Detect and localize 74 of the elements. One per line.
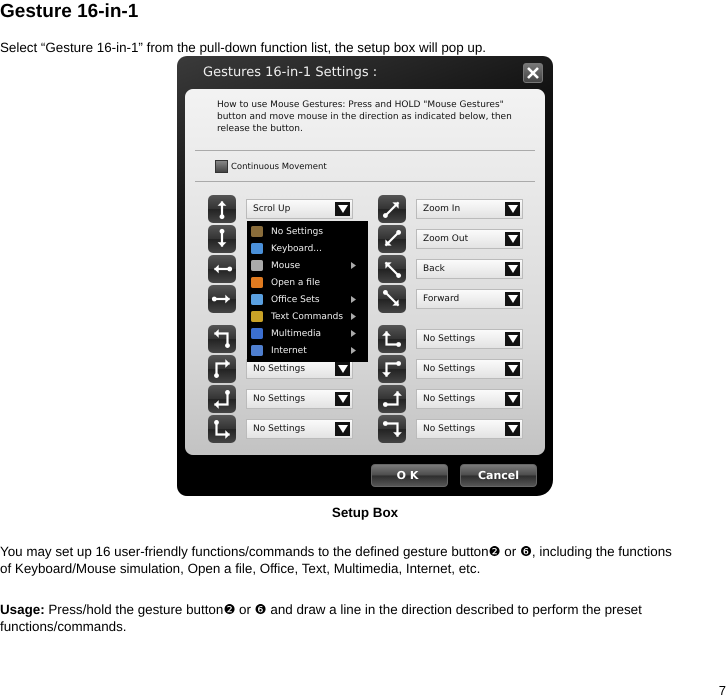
dropdown-arrow-icon	[505, 362, 520, 376]
gesture-button[interactable]	[378, 255, 406, 283]
action-dropdown[interactable]: Scrol Up	[246, 199, 353, 219]
submenu-arrow-icon	[351, 347, 356, 354]
app-icon	[251, 277, 263, 288]
action-dropdown[interactable]: Forward	[416, 289, 523, 309]
app-icon	[251, 243, 263, 254]
app-icon	[251, 294, 263, 305]
gesture-button[interactable]	[208, 355, 236, 383]
dialog-button[interactable]: Cancel	[460, 464, 537, 487]
app-icon	[251, 345, 263, 356]
close-button[interactable]	[523, 62, 543, 82]
gesture-button[interactable]	[208, 195, 236, 223]
dropdown-arrow-icon	[505, 422, 520, 436]
submenu-arrow-icon	[351, 330, 356, 337]
dropdown-arrow-icon	[505, 202, 520, 216]
dropdown-arrow-icon	[505, 262, 520, 276]
menu-item[interactable]: Multimedia	[247, 325, 368, 342]
dropdown-arrow-icon	[335, 362, 350, 376]
checkbox-label: Continuous Movement	[231, 162, 327, 172]
dialog-button[interactable]: OK	[371, 464, 448, 487]
action-dropdown[interactable]: No Settings	[416, 359, 523, 379]
menu-item[interactable]: Internet	[247, 342, 368, 359]
submenu-arrow-icon	[351, 313, 356, 320]
app-icon	[251, 328, 263, 339]
menu-item[interactable]: Office Sets	[247, 291, 368, 308]
gesture-button[interactable]	[208, 225, 236, 253]
gesture-button[interactable]	[208, 285, 236, 313]
body-paragraph: You may set up 16 user-friendly functions/commands to the defined gesture button❷ or ❻, including the functions of Keyboard/Mouse simulation, Open a file, Office, Text, Multimedia, Internet, etc.	[0, 543, 673, 577]
menu-item[interactable]: No Settings	[247, 223, 368, 240]
action-dropdown[interactable]: No Settings	[246, 389, 353, 409]
submenu-arrow-icon	[351, 296, 356, 303]
gesture-button[interactable]	[378, 385, 406, 413]
dropdown-arrow-icon	[505, 392, 520, 406]
submenu-arrow-icon	[351, 262, 356, 269]
gesture-button[interactable]	[208, 255, 236, 283]
action-dropdown[interactable]: Zoom Out	[416, 229, 523, 249]
close-icon	[527, 66, 539, 78]
menu-item[interactable]: Open a file	[247, 274, 368, 291]
dropdown-arrow-icon	[505, 332, 520, 346]
dropdown-arrow-icon	[335, 202, 350, 216]
dropdown-arrow-icon	[335, 422, 350, 436]
gesture-button[interactable]	[378, 225, 406, 253]
gesture-button[interactable]	[208, 385, 236, 413]
checkbox[interactable]	[215, 160, 228, 173]
app-icon	[251, 311, 263, 322]
gesture-button[interactable]	[378, 415, 406, 443]
dropdown-arrow-icon	[505, 232, 520, 246]
action-dropdown[interactable]: No Settings	[416, 329, 523, 349]
gesture-button[interactable]	[378, 285, 406, 313]
action-dropdown[interactable]: No Settings	[246, 419, 353, 439]
figure-caption: Setup Box	[330, 505, 400, 520]
menu-item[interactable]: Keyboard...	[247, 240, 368, 257]
menu-item[interactable]: Text Commands	[247, 308, 368, 325]
body-paragraph: Usage: Press/hold the gesture button❷ or ❻ and draw a line in the direction described to perform the preset functions/commands.	[0, 601, 643, 635]
gesture-button[interactable]	[378, 195, 406, 223]
dropdown-arrow-icon	[335, 392, 350, 406]
intro-text: Select “Gesture 16-in-1” from the pull-down function list, the setup box will pop up.	[0, 40, 486, 56]
app-icon	[251, 260, 263, 271]
action-dropdown[interactable]: No Settings	[416, 389, 523, 409]
dialog-title: Gestures 16-in-1 Settings :	[203, 65, 378, 80]
page-number: 7	[718, 683, 726, 698]
instructions-text: How to use Mouse Gestures: Press and HOLD "Mouse Gestures" button and move mouse in the direction as indicated below, then release the button.	[216, 99, 513, 135]
action-dropdown[interactable]: Back	[416, 259, 523, 279]
dropdown-arrow-icon	[505, 292, 520, 306]
app-icon	[251, 226, 263, 237]
action-dropdown[interactable]: No Settings	[416, 419, 523, 439]
gesture-button[interactable]	[208, 325, 236, 353]
action-dropdown[interactable]: Zoom In	[416, 199, 523, 219]
gesture-button[interactable]	[378, 325, 406, 353]
page-heading: Gesture 16-in-1	[0, 0, 138, 23]
gesture-button[interactable]	[208, 415, 236, 443]
gesture-button[interactable]	[378, 355, 406, 383]
menu-item[interactable]: Mouse	[247, 257, 368, 274]
